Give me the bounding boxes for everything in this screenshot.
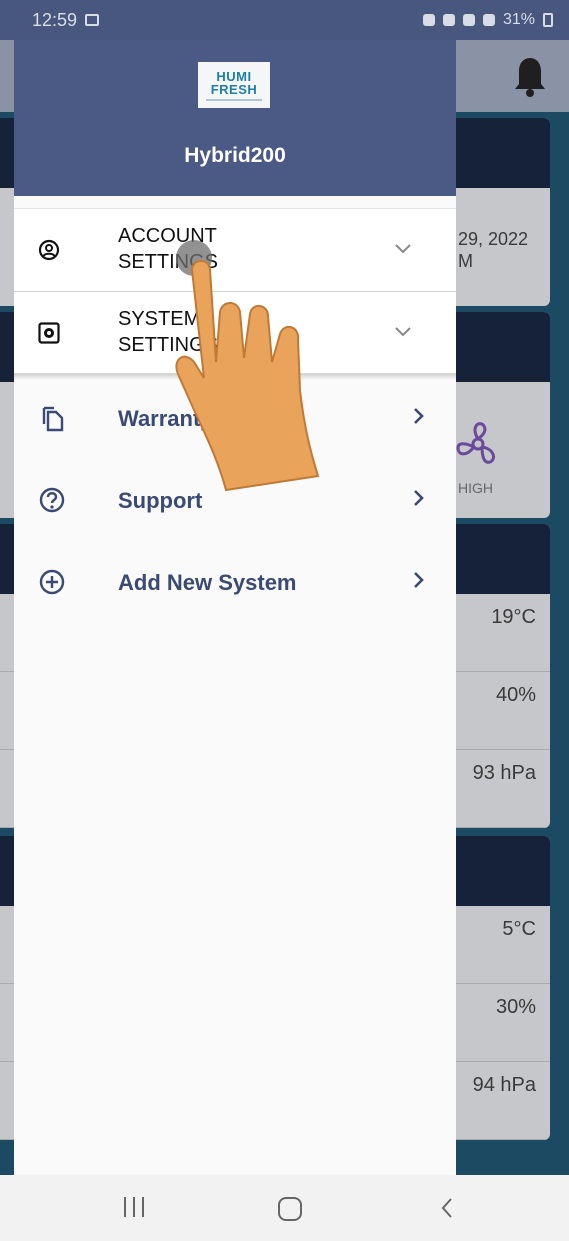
drawer-header: HUMI FRESH Hybrid200 xyxy=(14,40,456,196)
add-new-system-label: Add New System xyxy=(118,570,297,595)
bell-icon[interactable] xyxy=(513,56,547,98)
chevron-down-icon[interactable] xyxy=(394,326,412,338)
device-name: Hybrid200 xyxy=(184,144,286,167)
status-time: 12:59 xyxy=(32,9,78,30)
battery-percent: 31% xyxy=(502,11,535,28)
logo-text-1: HUMI xyxy=(216,68,252,84)
navigation-drawer: HUMI FRESH Hybrid200 ACCOUNT SETTINGS SY… xyxy=(14,40,456,1175)
battery-icon xyxy=(543,13,553,27)
account-circle-icon xyxy=(38,239,60,261)
chevron-down-icon[interactable] xyxy=(394,243,412,255)
copy-document-icon xyxy=(42,406,64,432)
add-circle-icon xyxy=(39,569,65,595)
chevron-right-icon xyxy=(414,408,424,424)
home-button[interactable] xyxy=(278,1197,302,1221)
date-text: 29, 2022 xyxy=(458,229,529,249)
status-bar: 12:59 31% xyxy=(0,0,569,40)
alarm-icon xyxy=(442,14,455,26)
mute-icon xyxy=(462,14,475,26)
chevron-right-icon xyxy=(414,572,424,588)
fan-speed-label: HIGH xyxy=(458,480,493,496)
lock-icon xyxy=(422,14,435,26)
help-circle-icon xyxy=(39,487,65,513)
humifresh-logo: HUMI FRESH xyxy=(198,62,270,108)
logo-text-2: FRESH xyxy=(210,81,258,97)
settings-box-icon xyxy=(38,322,60,344)
image-notification-icon xyxy=(85,14,100,26)
pointing-hand-icon xyxy=(175,260,320,492)
back-button[interactable] xyxy=(440,1197,454,1219)
logo-underline xyxy=(206,98,262,101)
time-suffix: M xyxy=(458,251,473,271)
fan-icon xyxy=(456,422,496,464)
chevron-right-icon xyxy=(414,490,424,506)
recents-button[interactable] xyxy=(124,1197,144,1219)
wifi-icon xyxy=(482,14,495,26)
add-new-system-item[interactable]: Add New System xyxy=(14,544,456,626)
system-nav-bar xyxy=(0,1175,569,1241)
